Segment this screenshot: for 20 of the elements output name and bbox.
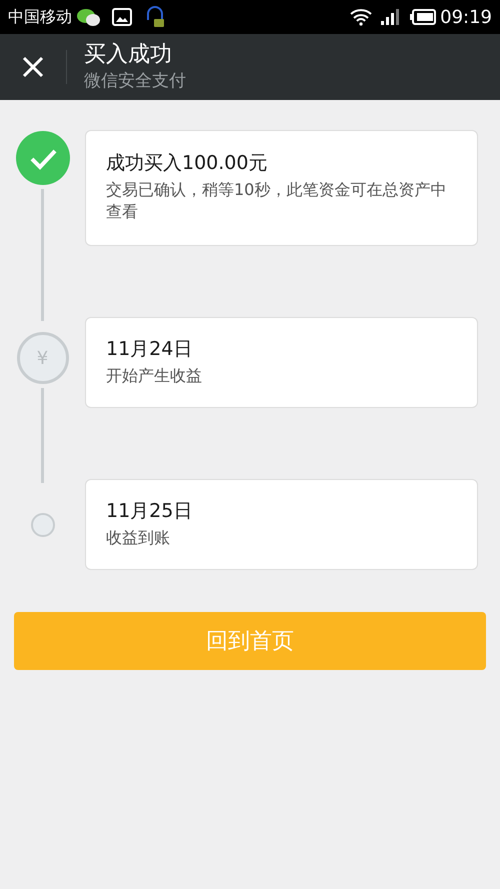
carrier-name: 中国移动 <box>8 6 72 28</box>
image-icon <box>112 8 132 26</box>
step-title: 11月24日 <box>106 337 194 362</box>
clock-time: 09:19 <box>440 6 492 30</box>
close-icon <box>22 56 44 78</box>
battery-icon <box>410 9 436 25</box>
checkmark-icon <box>16 131 70 185</box>
headset-icon <box>144 4 166 30</box>
step-title: 11月25日 <box>106 499 194 524</box>
step-detail: 收益到账 <box>106 527 171 549</box>
wifi-icon <box>350 8 372 26</box>
page-subtitle: 微信安全支付 <box>84 70 186 93</box>
step-detail: 开始产生收益 <box>106 365 203 387</box>
step-detail: 交易已确认，稍等10秒，此笔资金可在总资产中查看 <box>106 179 448 223</box>
yen-marker: ¥ <box>16 332 68 384</box>
step-title: 成功买入100.00元 <box>106 151 268 176</box>
page-title: 买入成功 <box>84 41 173 69</box>
chat-bubbles-icon <box>76 7 102 27</box>
signal-icon <box>380 8 400 26</box>
home-button[interactable]: 回到首页 <box>14 612 486 670</box>
